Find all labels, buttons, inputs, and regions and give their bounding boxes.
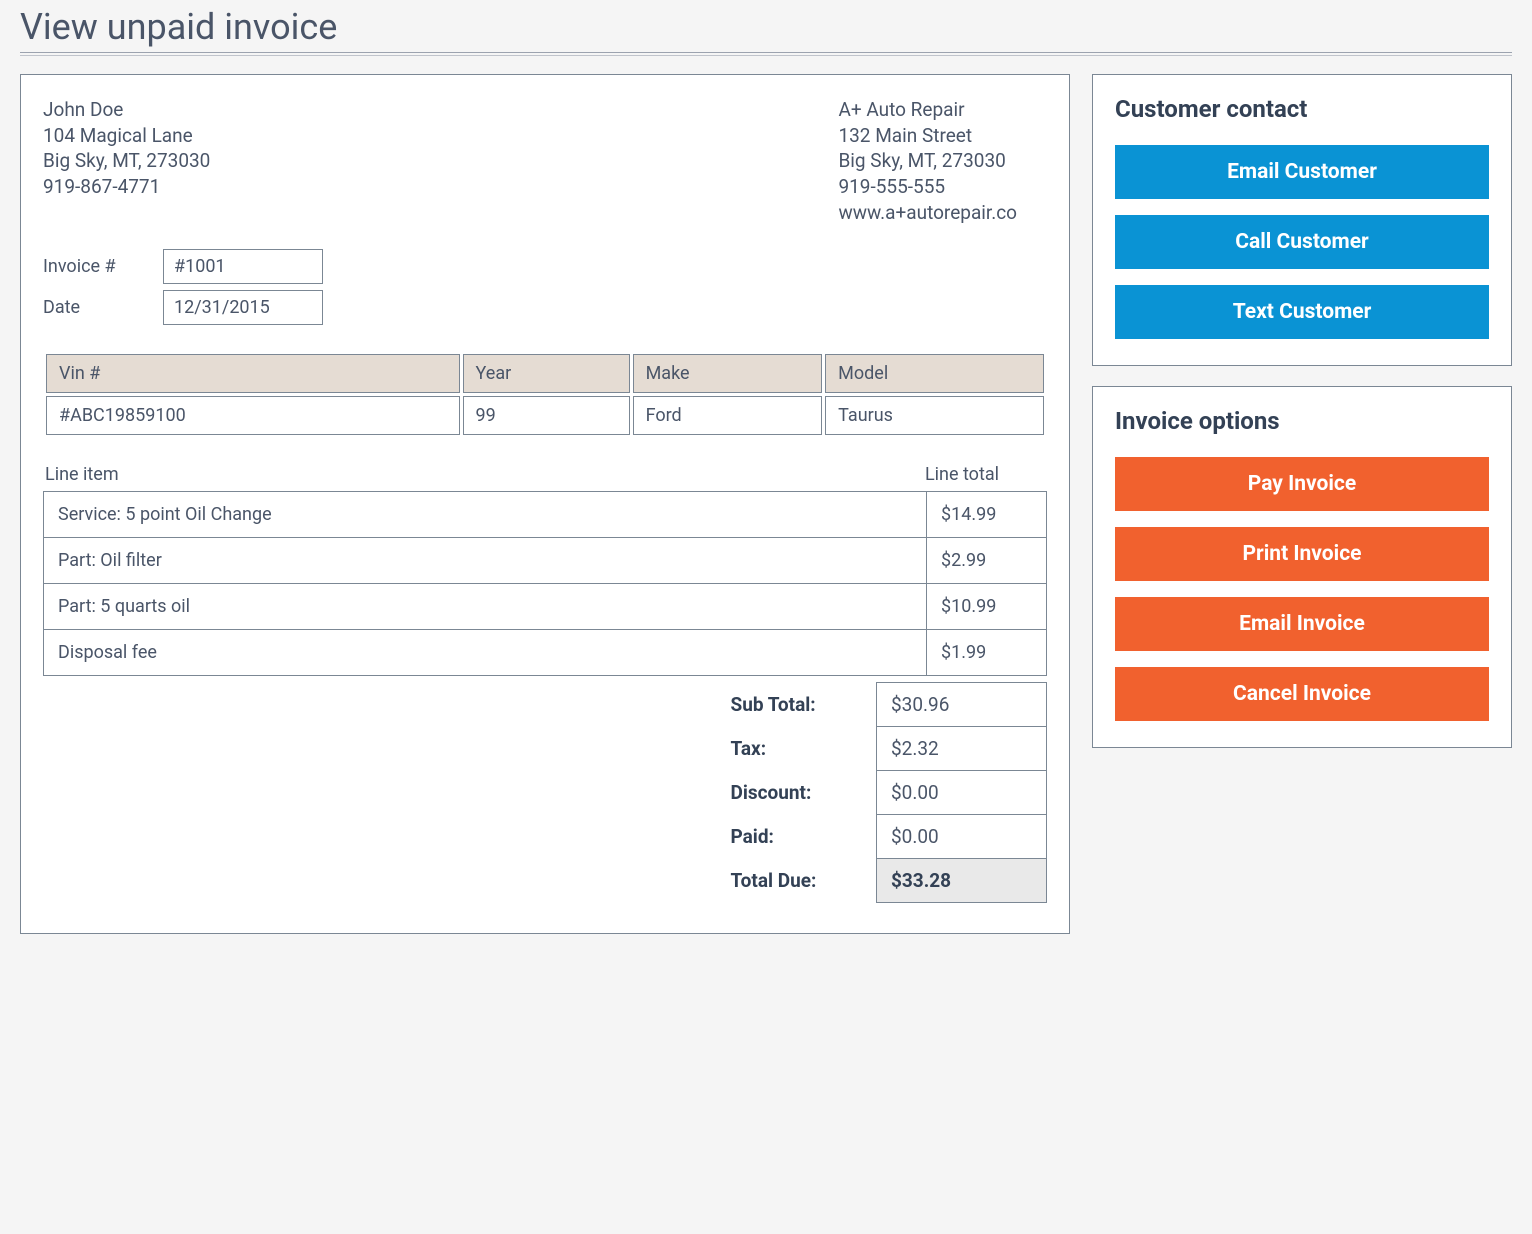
- print-invoice-button[interactable]: Print Invoice: [1115, 527, 1489, 581]
- vehicle-header-vin: Vin #: [46, 354, 460, 393]
- line-item-total: $14.99: [927, 492, 1047, 538]
- company-website: www.a+autorepair.co: [838, 200, 1017, 226]
- tax-value: $2.32: [877, 727, 1047, 771]
- line-item-desc: Disposal fee: [44, 630, 927, 676]
- line-items-table: Service: 5 point Oil Change $14.99 Part:…: [43, 491, 1047, 676]
- call-customer-button[interactable]: Call Customer: [1115, 215, 1489, 269]
- paid-value: $0.00: [877, 815, 1047, 859]
- line-items-header-total: Line total: [925, 464, 999, 485]
- paid-label: Paid:: [717, 815, 877, 859]
- discount-value: $0.00: [877, 771, 1047, 815]
- line-item-row: Disposal fee $1.99: [44, 630, 1047, 676]
- tax-label: Tax:: [717, 727, 877, 771]
- page-title: View unpaid invoice: [20, 6, 1512, 48]
- vehicle-vin: #ABC19859100: [46, 396, 460, 435]
- company-name: A+ Auto Repair: [838, 97, 1017, 123]
- invoice-options-panel: Invoice options Pay Invoice Print Invoic…: [1092, 386, 1512, 748]
- invoice-options-title: Invoice options: [1115, 407, 1489, 435]
- subtotal-label: Sub Total:: [717, 683, 877, 727]
- customer-phone: 919-867-4771: [43, 174, 210, 200]
- vehicle-make: Ford: [633, 396, 823, 435]
- line-item-desc: Part: 5 quarts oil: [44, 584, 927, 630]
- vehicle-row: #ABC19859100 99 Ford Taurus: [46, 396, 1044, 435]
- invoice-number-input[interactable]: [163, 249, 323, 284]
- company-phone: 919-555-555: [838, 174, 1017, 200]
- vehicle-header-model: Model: [825, 354, 1044, 393]
- customer-city: Big Sky, MT, 273030: [43, 148, 210, 174]
- line-item-total: $1.99: [927, 630, 1047, 676]
- customer-name: John Doe: [43, 97, 210, 123]
- line-item-total: $10.99: [927, 584, 1047, 630]
- cancel-invoice-button[interactable]: Cancel Invoice: [1115, 667, 1489, 721]
- invoice-panel: John Doe 104 Magical Lane Big Sky, MT, 2…: [20, 74, 1070, 934]
- company-address: A+ Auto Repair 132 Main Street Big Sky, …: [838, 97, 1017, 225]
- discount-label: Discount:: [717, 771, 877, 815]
- email-invoice-button[interactable]: Email Invoice: [1115, 597, 1489, 651]
- vehicle-header-make: Make: [633, 354, 823, 393]
- line-item-total: $2.99: [927, 538, 1047, 584]
- customer-contact-panel: Customer contact Email Customer Call Cus…: [1092, 74, 1512, 366]
- pay-invoice-button[interactable]: Pay Invoice: [1115, 457, 1489, 511]
- vehicle-table: Vin # Year Make Model #ABC19859100 99 Fo…: [43, 351, 1047, 438]
- customer-contact-title: Customer contact: [1115, 95, 1489, 123]
- line-item-row: Part: Oil filter $2.99: [44, 538, 1047, 584]
- invoice-date-input[interactable]: [163, 290, 323, 325]
- line-item-desc: Service: 5 point Oil Change: [44, 492, 927, 538]
- line-items-header-item: Line item: [45, 464, 119, 485]
- customer-street: 104 Magical Lane: [43, 123, 210, 149]
- vehicle-year: 99: [463, 396, 630, 435]
- subtotal-value: $30.96: [877, 683, 1047, 727]
- totals-table: Sub Total: $30.96 Tax: $2.32 Discount: $…: [717, 682, 1048, 903]
- total-due-label: Total Due:: [717, 859, 877, 903]
- line-item-desc: Part: Oil filter: [44, 538, 927, 584]
- line-item-row: Service: 5 point Oil Change $14.99: [44, 492, 1047, 538]
- invoice-date-label: Date: [43, 297, 163, 318]
- company-city: Big Sky, MT, 273030: [838, 148, 1017, 174]
- vehicle-header-year: Year: [463, 354, 630, 393]
- company-street: 132 Main Street: [838, 123, 1017, 149]
- email-customer-button[interactable]: Email Customer: [1115, 145, 1489, 199]
- invoice-number-label: Invoice #: [43, 256, 163, 277]
- text-customer-button[interactable]: Text Customer: [1115, 285, 1489, 339]
- line-item-row: Part: 5 quarts oil $10.99: [44, 584, 1047, 630]
- customer-address: John Doe 104 Magical Lane Big Sky, MT, 2…: [43, 97, 210, 225]
- vehicle-model: Taurus: [825, 396, 1044, 435]
- total-due-value: $33.28: [877, 859, 1047, 903]
